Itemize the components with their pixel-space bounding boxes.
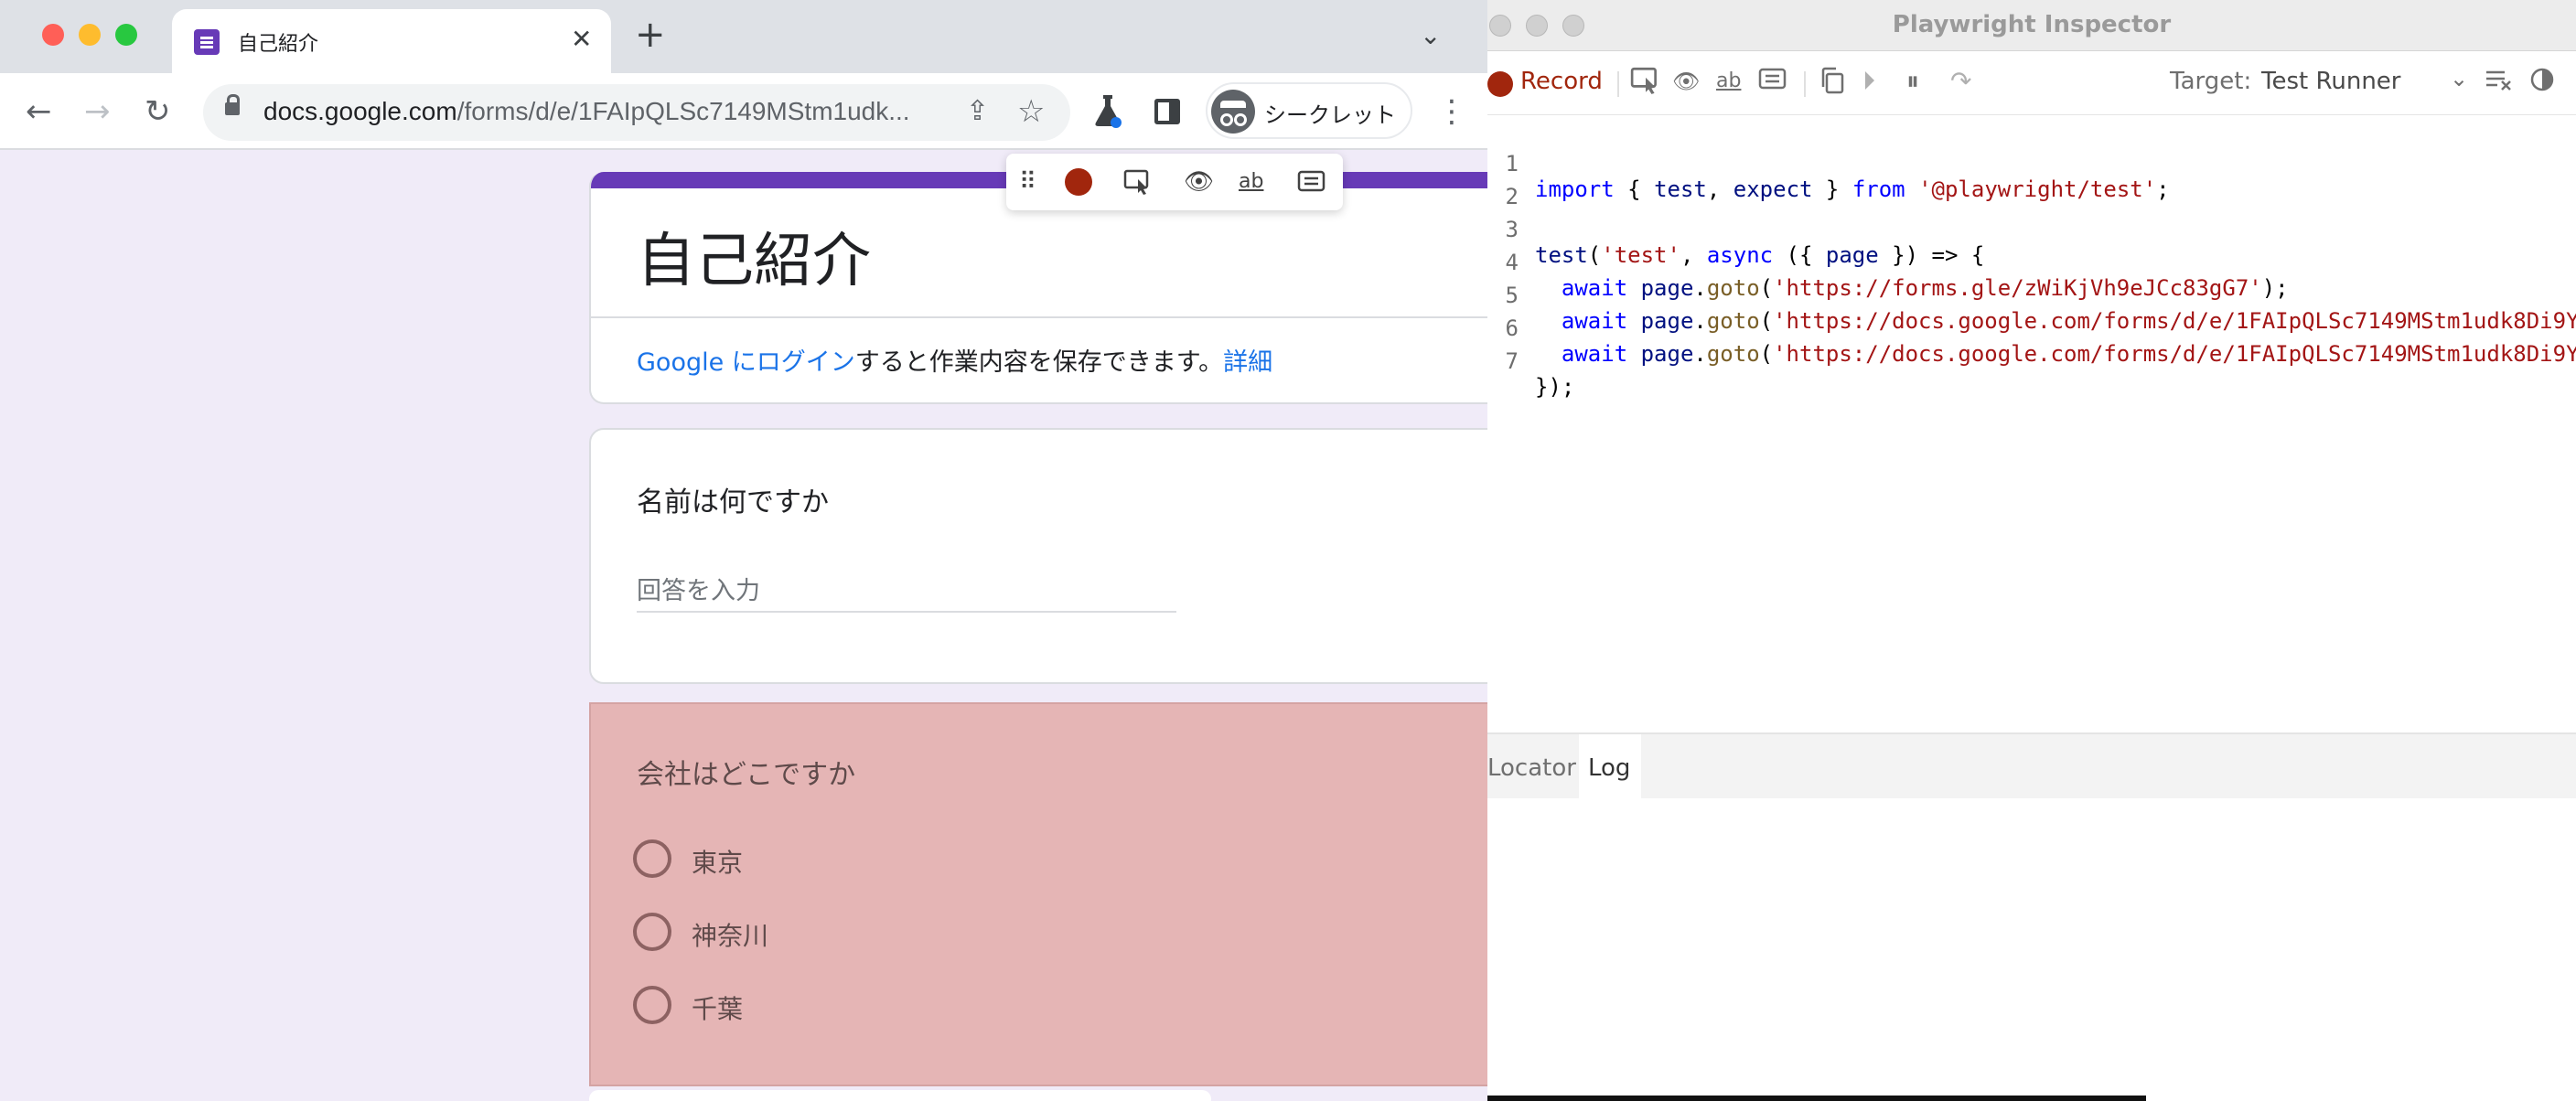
target-label: Target: (2170, 68, 2252, 95)
log-panel (1487, 798, 2576, 1097)
code-line: 4 await page.goto('https://forms.gle/zWi… (1487, 224, 2289, 301)
url-text: docs.google.com/forms/d/e/1FAIpQLSc7149M… (263, 97, 910, 125)
code-line: 2 (1487, 158, 1567, 209)
copy-icon[interactable] (1819, 66, 1846, 95)
assert-value-icon[interactable] (1758, 66, 1787, 93)
tab-title: 自己紹介 (238, 33, 319, 56)
login-note-text: すると作業内容を保存できます。 (854, 348, 1224, 377)
tab-strip: 自己紹介 ✕ + ⌄ (0, 0, 1487, 73)
resume-icon[interactable]: ⏵ (1862, 66, 1875, 97)
question-title: 名前は何ですか (637, 486, 829, 518)
radio-label: 千葉 (692, 994, 744, 1024)
code-editor[interactable]: 1 import { test, expect } from '@playwri… (1487, 116, 2576, 732)
window-title: Playwright Inspector (1892, 11, 2172, 38)
form-title: 自己紹介 (637, 228, 871, 295)
share-icon[interactable]: ⇪ (966, 95, 989, 127)
question-card-name: 名前は何ですか 回答を入力 (589, 428, 1487, 684)
reload-icon[interactable]: ↻ (145, 93, 171, 130)
bookmark-star-icon[interactable]: ☆ (1017, 93, 1045, 130)
question-card-company: 会社はどこですか 東京 神奈川 千葉 (589, 702, 1487, 1086)
forward-icon[interactable]: → (84, 93, 111, 130)
login-link[interactable]: Google にログイン (637, 348, 855, 377)
pick-locator-icon[interactable] (1123, 168, 1153, 196)
login-note: Google にログインすると作業内容を保存できます。詳細 (637, 342, 1272, 378)
lock-icon (225, 94, 240, 115)
inspector-titlebar: Playwright Inspector (1487, 0, 2576, 51)
code-line: 1 import { test, expect } from '@playwri… (1487, 125, 2170, 202)
code-line: 6 await page.goto('https://docs.google.c… (1487, 290, 2576, 367)
answer-input[interactable]: 回答を入力 (637, 571, 1176, 613)
tab-close-icon[interactable]: ✕ (571, 24, 592, 54)
radio-label: 神奈川 (692, 921, 769, 951)
code-line: 7 }); (1487, 323, 1575, 400)
assert-text-icon[interactable]: ab (1239, 168, 1263, 196)
browser-tab[interactable]: 自己紹介 ✕ (172, 9, 611, 73)
tab-log[interactable]: Log (1579, 734, 1641, 800)
radio-label: 東京 (692, 848, 744, 878)
drag-grip-icon[interactable]: ⠿ (1019, 168, 1036, 196)
inspector-toolbar: Record 👁 ab ⏵ ⏸ ↷ Target: Test Runner ⌄ (1487, 51, 2576, 115)
record-button[interactable]: Record (1520, 68, 1603, 95)
toolbar-divider (1804, 71, 1806, 97)
radio-button[interactable] (633, 913, 671, 951)
browser-toolbar: ← → ↻ docs.google.com/forms/d/e/1FAIpQLS… (0, 73, 1487, 150)
zoom-window-button[interactable] (115, 24, 137, 46)
side-panel-icon[interactable] (1154, 99, 1180, 124)
incognito-label: シークレット (1264, 102, 1396, 128)
form-page: 自己紹介 Google にログインすると作業内容を保存できます。詳細 名前は何で… (0, 152, 1487, 1101)
forms-favicon-icon (194, 29, 220, 55)
line-number: 7 (1505, 348, 1519, 374)
minimize-window-button[interactable] (79, 24, 101, 46)
assert-visibility-icon[interactable]: 👁 (1184, 168, 1214, 196)
pause-icon[interactable]: ⏸ (1906, 66, 1919, 97)
assert-visibility-icon[interactable]: 👁 (1672, 66, 1700, 97)
record-icon[interactable] (1487, 71, 1513, 97)
tab-search-chevron-icon[interactable]: ⌄ (1420, 20, 1441, 50)
radio-button[interactable] (633, 986, 671, 1024)
close-window-button[interactable] (42, 24, 64, 46)
clear-icon[interactable] (2485, 66, 2514, 93)
back-icon[interactable]: ← (26, 93, 52, 130)
question-title: 会社はどこですか (637, 759, 856, 791)
recorder-overlay-toolbar: ⠿ 👁 ab (1006, 154, 1343, 210)
browser-window: 自己紹介 ✕ + ⌄ ← → ↻ docs.google.com/forms/d… (0, 0, 1487, 1101)
header-divider (591, 316, 1487, 318)
new-tab-button[interactable]: + (635, 16, 666, 53)
next-card-edge (589, 1090, 1211, 1101)
assert-value-icon[interactable] (1297, 168, 1326, 196)
assert-text-icon[interactable]: ab (1716, 66, 1741, 97)
address-bar[interactable]: docs.google.com/forms/d/e/1FAIpQLSc7149M… (203, 84, 1070, 141)
target-select[interactable]: Test Runner (2261, 68, 2400, 95)
incognito-indicator[interactable]: シークレット (1206, 82, 1412, 139)
more-menu-icon[interactable]: ⋮ (1436, 93, 1467, 130)
radio-button[interactable] (633, 839, 671, 878)
inspector-window: Playwright Inspector Record 👁 ab ⏵ ⏸ ↷ T… (1487, 0, 2576, 1101)
record-icon[interactable] (1065, 168, 1092, 196)
code-line: 3 test('test', async ({ page }) => { (1487, 191, 1985, 268)
toolbar-divider (1617, 71, 1619, 97)
incognito-icon (1211, 90, 1255, 134)
tab-locator[interactable]: Locator (1487, 734, 1579, 800)
details-link[interactable]: 詳細 (1223, 348, 1272, 377)
window-edge (1487, 1096, 2146, 1101)
labs-flask-icon[interactable] (1094, 93, 1122, 128)
pick-locator-icon[interactable] (1630, 66, 1661, 95)
code-line: 5 await page.goto('https://docs.google.c… (1487, 257, 2576, 334)
theme-toggle-icon[interactable] (2528, 66, 2556, 93)
chevron-down-icon[interactable]: ⌄ (2450, 66, 2468, 91)
bottom-tab-bar: Locator Log (1487, 732, 2576, 800)
step-over-icon[interactable]: ↷ (1950, 66, 1971, 97)
